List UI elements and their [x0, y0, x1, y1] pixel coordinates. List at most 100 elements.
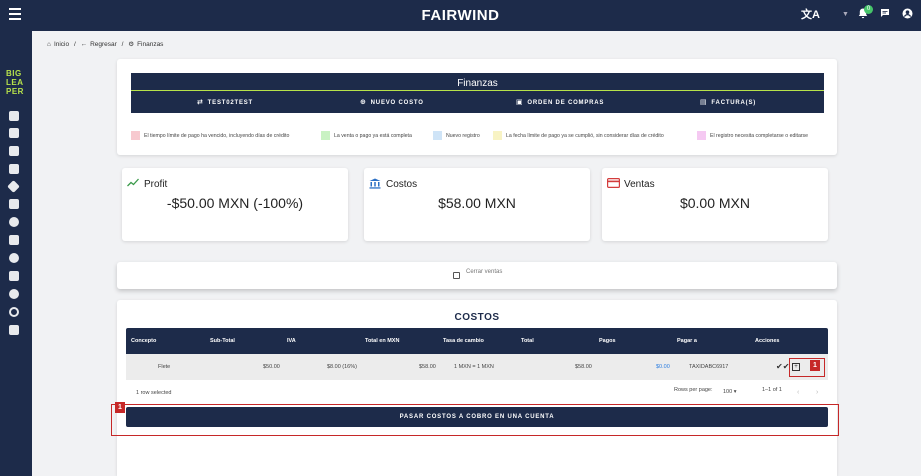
legend-swatch: [697, 131, 706, 140]
costos-table-card: COSTOS Concepto Sub-Total IVA Total en M…: [117, 300, 837, 476]
column-header[interactable]: Total en MXN: [365, 338, 399, 344]
next-page-icon[interactable]: ›: [816, 389, 818, 396]
profit-value: -$50.00 MXN (-100%): [166, 195, 304, 211]
legend-item-new: Nuevo registro: [433, 131, 480, 141]
sidebar-search-icon[interactable]: [9, 307, 19, 317]
selection-info: 1 row selected: [136, 390, 172, 396]
finance-icon: ⚙: [128, 41, 135, 48]
add-circle-icon: ⊕: [360, 99, 367, 106]
costos-label: Costos: [386, 179, 418, 190]
chat-icon[interactable]: [880, 8, 890, 22]
breadcrumb-current: Finanzas: [137, 41, 164, 48]
cell-subtotal: $50.00: [263, 364, 280, 370]
costos-value: $58.00 MXN: [438, 195, 516, 211]
trending-up-icon: [127, 178, 139, 190]
notification-badge: 0: [864, 5, 873, 14]
legend-item-complete: La venta o pago ya está completa: [321, 131, 412, 141]
sidebar-help-icon[interactable]: [9, 289, 19, 299]
translate-icon[interactable]: 文A: [801, 8, 820, 22]
column-header[interactable]: Total: [521, 338, 534, 344]
home-icon: ⌂: [47, 41, 51, 48]
chevron-down-icon: ▾: [733, 389, 737, 395]
close-sales-checkbox[interactable]: [453, 272, 460, 279]
highlight-box-pasar: [111, 404, 839, 436]
previous-page-icon[interactable]: ‹: [797, 389, 799, 396]
invoice-icon: ▤: [700, 99, 708, 106]
rows-per-page-label: Rows per page:: [674, 387, 713, 393]
divider: [131, 90, 824, 91]
cell-iva: $8.00 (16%): [327, 364, 357, 370]
cell-concepto: Flete: [158, 364, 171, 370]
breadcrumb: ⌂ Inicio / ← Regresar / ⚙ Finanzas: [47, 41, 164, 48]
table-header: Concepto Sub-Total IVA Total en MXN Tasa…: [126, 328, 828, 354]
legend-item-due: La fecha límite de pago ya se cumplió, s…: [493, 131, 664, 141]
close-sales-card: Cerrar ventas: [117, 262, 837, 289]
ventas-value: $0.00 MXN: [679, 195, 751, 211]
ventas-card: Ventas $0.00 MXN: [602, 168, 828, 241]
double-check-icon[interactable]: ✔✔: [776, 362, 789, 371]
nuevo-costo-button[interactable]: ⊕ NUEVO COSTO: [360, 98, 424, 106]
company-logo: BIG LEA PER: [6, 69, 24, 96]
breadcrumb-back[interactable]: Regresar: [90, 41, 117, 48]
finanzas-header: Finanzas ⇄ TEST02TEST ⊕ NUEVO COSTO ▣ ORDEN…: [131, 73, 824, 113]
sidebar-chart-icon[interactable]: [9, 199, 19, 209]
sidebar-tag-icon[interactable]: [7, 180, 20, 193]
costos-title: COSTOS: [454, 312, 500, 323]
basket-icon: ▣: [516, 99, 524, 106]
legend-swatch: [321, 131, 330, 140]
column-header[interactable]: Tasa de cambio: [443, 338, 484, 344]
pagination-range: 1–1 of 1: [762, 387, 782, 393]
credit-card-icon: [607, 178, 621, 191]
sidebar-checklist-icon[interactable]: [9, 146, 19, 156]
close-sales-label: Cerrar ventas: [466, 269, 503, 275]
cell-pagar-a: TAXIDABC6917: [689, 364, 729, 370]
legend-item-overdue: El tiempo límite de pago ha vencido, inc…: [131, 131, 289, 141]
column-header[interactable]: Concepto: [131, 338, 156, 344]
orden-de-compras-button[interactable]: ▣ ORDEN DE COMPRAS: [516, 98, 604, 106]
breadcrumb-home[interactable]: Inicio: [54, 41, 69, 48]
test02test-button[interactable]: ⇄ TEST02TEST: [197, 98, 253, 106]
costos-card: Costos $58.00 MXN: [364, 168, 590, 241]
finanzas-card: Finanzas ⇄ TEST02TEST ⊕ NUEVO COSTO ▣ ORDEN…: [117, 59, 837, 155]
chevron-down-icon[interactable]: ▼: [842, 8, 849, 22]
account-icon[interactable]: [902, 8, 913, 23]
sidebar-palette-icon[interactable]: [9, 253, 19, 263]
annotation-marker: 1: [115, 402, 125, 413]
sidebar-accessibility-icon[interactable]: [9, 217, 19, 227]
status-legend: El tiempo límite de pago ha vencido, inc…: [131, 131, 831, 141]
facturas-button[interactable]: ▤ FACTURA(S): [700, 98, 756, 106]
cell-pagos-link[interactable]: $0.00: [656, 364, 670, 370]
sidebar: BIG LEA PER: [0, 31, 32, 476]
cell-tasa: 1 MXN = 1 MXN: [454, 364, 494, 370]
legend-item-incomplete: El registro necesita completarse o edita…: [697, 131, 808, 141]
profit-label: Profit: [144, 179, 168, 190]
column-header[interactable]: Pagar a: [677, 338, 697, 344]
column-header[interactable]: IVA: [287, 338, 296, 344]
cell-total-mxn: $58.00: [419, 364, 436, 370]
profit-card: Profit -$50.00 MXN (-100%): [122, 168, 348, 241]
sidebar-calendar-icon[interactable]: [9, 164, 19, 174]
sidebar-tools-icon[interactable]: [9, 235, 19, 245]
brand-title: FAIRWIND: [421, 7, 500, 24]
rows-per-page-select[interactable]: 100 ▾: [723, 389, 736, 395]
bank-icon: [369, 178, 381, 192]
table-footer: 1 row selected Rows per page: 100 ▾ 1–1 …: [126, 380, 828, 402]
back-arrow-icon: ←: [80, 41, 88, 48]
legend-swatch: [131, 131, 140, 140]
sidebar-document-icon[interactable]: [9, 111, 19, 121]
column-header[interactable]: Pagos: [599, 338, 616, 344]
finanzas-title: Finanzas: [457, 78, 498, 89]
table-row[interactable]: Flete $50.00 $8.00 (16%) $58.00 1 MXN = …: [126, 354, 828, 380]
sidebar-map-icon[interactable]: [9, 325, 19, 335]
column-header[interactable]: Sub-Total: [210, 338, 235, 344]
annotation-marker: 1: [810, 360, 820, 371]
cell-pagos: $58.00: [575, 364, 592, 370]
ventas-label: Ventas: [624, 179, 655, 190]
column-header[interactable]: Acciones: [755, 338, 779, 344]
swap-icon: ⇄: [197, 99, 204, 106]
legend-swatch: [493, 131, 502, 140]
top-bar: FAIRWIND 文A ▼ 0: [0, 0, 921, 31]
legend-swatch: [433, 131, 442, 140]
sidebar-alert-icon[interactable]: [9, 128, 19, 138]
sidebar-money-icon[interactable]: [9, 271, 19, 281]
